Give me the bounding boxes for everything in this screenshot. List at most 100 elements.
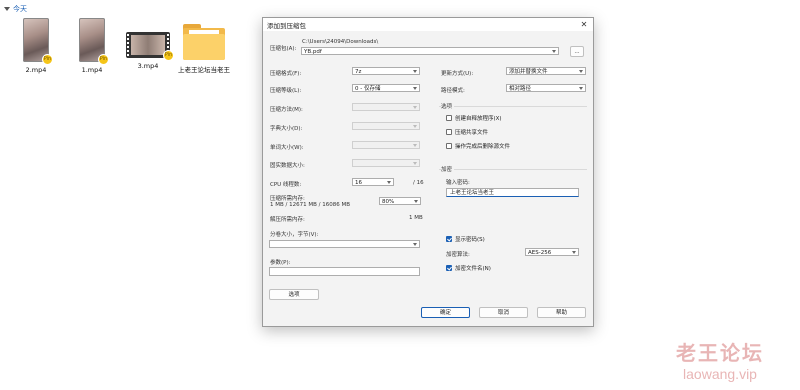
archive-dir: C:\Users\24094\Downloads\ [302,39,379,45]
checkbox-box [446,129,452,135]
mem-percent-select[interactable]: 80% [379,197,421,205]
video-thumbnail-icon: Pin [23,18,53,65]
chevron-down-icon [413,125,417,128]
cpu-total: / 16 [413,180,424,186]
encrypt-names-checkbox[interactable]: 加密文件名(N) [446,264,491,272]
enc-method-value: AES-256 [528,250,552,256]
chevron-down-icon [387,181,391,184]
method-label: 压缩方法(M): [270,107,303,113]
chevron-down-icon [413,106,417,109]
close-icon[interactable]: ✕ [579,20,589,29]
create-sfx-label: 创建自释放程序(X) [455,116,502,122]
update-label: 更新方式(U): [441,71,474,77]
chevron-down-icon [413,70,417,73]
decomp-label: 解压所需内存: [270,217,305,223]
password-input[interactable]: 上老王论坛当老王 [446,188,579,197]
password-value: 上老王论坛当老王 [450,190,495,196]
file-item-2mp4[interactable]: Pin 2.mp4 [8,18,64,74]
compress-shared-checkbox[interactable]: 压缩共享文件 [446,128,488,136]
dict-select[interactable] [352,122,420,130]
level-label: 压缩等级(L): [270,88,302,94]
mem-detail: 1 MB / 12671 MB / 16086 MB [270,202,350,208]
archive-label: 压缩包(A): [270,46,297,52]
word-select[interactable] [352,141,420,149]
solid-label: 固实数据大小: [270,163,305,169]
format-value: 7z [355,69,362,75]
ok-button[interactable]: 确定 [421,307,470,318]
compress-shared-label: 压缩共享文件 [455,130,489,136]
solid-select[interactable] [352,159,420,167]
folder-name: 上老王论坛当老王 [178,66,230,74]
chevron-down-icon [413,243,417,246]
folder-item[interactable]: 上老王论坛当老王 [176,20,232,74]
film-holes-left [127,34,129,56]
folder-front [183,34,225,60]
path-mode-select[interactable]: 相对路径 [506,84,586,92]
watermark-en: laowang.vip [683,366,757,382]
params-label: 参数(P): [270,260,291,266]
params-input[interactable] [269,267,420,276]
chevron-down-icon [579,70,583,73]
file-name: 3.mp4 [137,62,159,70]
chevron-down-icon [414,200,418,203]
video-film-thumbnail-icon: Pin [126,32,174,61]
options-button[interactable]: 选项 [269,289,319,300]
chevron-down-icon [413,87,417,90]
pin-badge-icon: Pin [98,54,109,65]
cpu-threads-select[interactable]: 16 [352,178,394,186]
checkbox-checked-box [446,265,452,271]
enc-method-select[interactable]: AES-256 [525,248,579,256]
dialog-title: 添加到压缩包 [267,21,306,30]
split-size-combobox[interactable] [269,240,420,248]
add-to-archive-dialog: 添加到压缩包 ✕ 压缩包(A): C:\Users\24094\Download… [262,17,594,327]
file-name: 1.mp4 [81,66,103,74]
file-name: 2.mp4 [25,66,47,74]
update-mode-select[interactable]: 添加并替换文件 [506,67,586,75]
chevron-down-icon [413,162,417,165]
show-password-checkbox[interactable]: 显示密码(S) [446,235,485,243]
show-password-label: 显示密码(S) [455,237,485,243]
cpu-value: 16 [355,180,362,186]
chevron-down-icon [552,50,556,53]
archive-name-value: YB.pdf [304,49,322,55]
format-label: 压缩格式(F): [270,71,302,77]
create-sfx-checkbox[interactable]: 创建自释放程序(X) [446,114,502,122]
chevron-down-icon [4,7,10,11]
pin-badge-icon: Pin [42,54,53,65]
checkbox-box [446,115,452,121]
split-label: 分卷大小，字节(V): [270,232,319,238]
help-button[interactable]: 帮助 [537,307,586,318]
file-item-1mp4[interactable]: Pin 1.mp4 [64,18,120,74]
cpu-label: CPU 线程数: [270,182,302,188]
checkbox-box [446,143,452,149]
delete-after-label: 操作完成后删除源文件 [455,144,511,150]
group-header-label: 今天 [13,5,27,13]
mem-label: 压缩所需内存: [270,196,305,202]
update-value: 添加并替换文件 [509,69,548,75]
encryption-group-title: 加密 [441,165,455,173]
delete-after-checkbox[interactable]: 操作完成后删除源文件 [446,142,510,150]
format-select[interactable]: 7z [352,67,420,75]
folder-icon [181,22,227,62]
encryption-groupbox-line [439,169,587,170]
cancel-button[interactable]: 取消 [479,307,528,318]
path-mode-value: 相对路径 [509,86,532,92]
mem-percent-value: 80% [382,199,395,205]
method-select[interactable] [352,103,420,111]
word-label: 单词大小(W): [270,145,304,151]
password-label: 输入密码: [446,180,470,186]
pin-badge-icon: Pin [163,50,174,61]
checkbox-checked-box [446,236,452,242]
dialog-titlebar: 添加到压缩包 ✕ [263,18,593,31]
decomp-value: 1 MB [409,215,423,221]
archive-name-combobox[interactable]: YB.pdf [301,47,559,55]
chevron-down-icon [413,144,417,147]
level-select[interactable]: 0 - 仅存储 [352,84,420,92]
video-thumbnail-icon: Pin [79,18,109,65]
browse-button[interactable]: ... [570,46,584,57]
options-group-title: 选项 [441,102,455,110]
file-item-3mp4[interactable]: Pin 3.mp4 [120,18,176,70]
group-header-today[interactable]: 今天 [4,4,27,14]
watermark-cn: 老王论坛 [676,341,764,365]
film-frames [131,35,165,55]
